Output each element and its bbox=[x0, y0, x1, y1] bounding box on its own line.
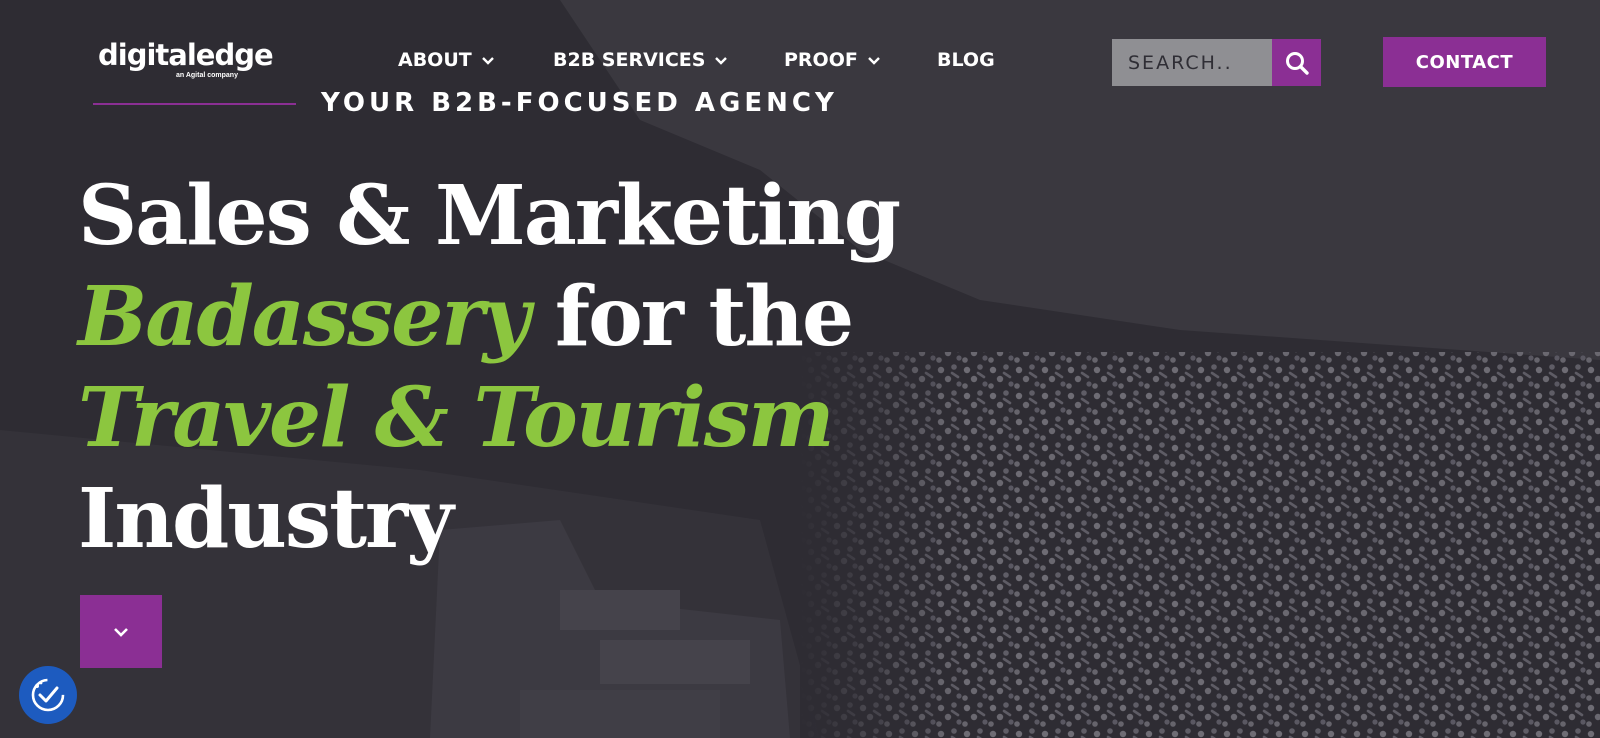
nav-item-proof[interactable]: PROOF bbox=[784, 49, 881, 71]
logo[interactable]: digitaledge an Agital company bbox=[98, 38, 274, 80]
hero-headline: Sales & Marketing Badassery for the Trav… bbox=[78, 166, 918, 570]
accessibility-button[interactable] bbox=[19, 666, 77, 724]
nav-item-label: PROOF bbox=[784, 49, 858, 71]
headline-highlight-industry-name: Travel & Tourism bbox=[78, 370, 835, 466]
headline-line-3: Travel & Tourism bbox=[78, 368, 918, 469]
nav-item-about[interactable]: ABOUT bbox=[398, 49, 495, 71]
chevron-down-icon bbox=[481, 57, 494, 65]
search-icon bbox=[1285, 51, 1309, 75]
search-input[interactable] bbox=[1112, 39, 1272, 86]
search-button[interactable] bbox=[1272, 39, 1321, 86]
headline-line-2-rest: for the bbox=[528, 269, 854, 365]
nav-item-b2b-services[interactable]: B2B SERVICES bbox=[553, 49, 728, 71]
nav-item-label: B2B SERVICES bbox=[553, 49, 706, 71]
headline-highlight-badassery: Badassery bbox=[78, 269, 530, 365]
nav-item-label: ABOUT bbox=[398, 49, 472, 71]
nav-item-label: BLOG bbox=[937, 49, 995, 71]
logo-underline bbox=[93, 103, 296, 105]
nav-item-blog[interactable]: BLOG bbox=[937, 49, 995, 71]
chevron-down-icon bbox=[114, 627, 128, 637]
contact-button[interactable]: CONTACT bbox=[1383, 37, 1546, 87]
accessibility-icon bbox=[31, 678, 65, 712]
headline-line-2: Badassery for the bbox=[78, 267, 918, 368]
chevron-down-icon bbox=[867, 57, 880, 65]
hero-tagline: YOUR B2B-FOCUSED AGENCY bbox=[321, 88, 838, 118]
search-field bbox=[1112, 39, 1272, 86]
scroll-down-button[interactable] bbox=[80, 595, 162, 668]
headline-line-1: Sales & Marketing bbox=[78, 168, 901, 264]
logo-wordmark: digitaledge bbox=[98, 38, 274, 72]
headline-line-4: Industry bbox=[78, 471, 454, 567]
logo-tagline: an Agital company bbox=[176, 72, 238, 79]
chevron-down-icon bbox=[715, 57, 728, 65]
